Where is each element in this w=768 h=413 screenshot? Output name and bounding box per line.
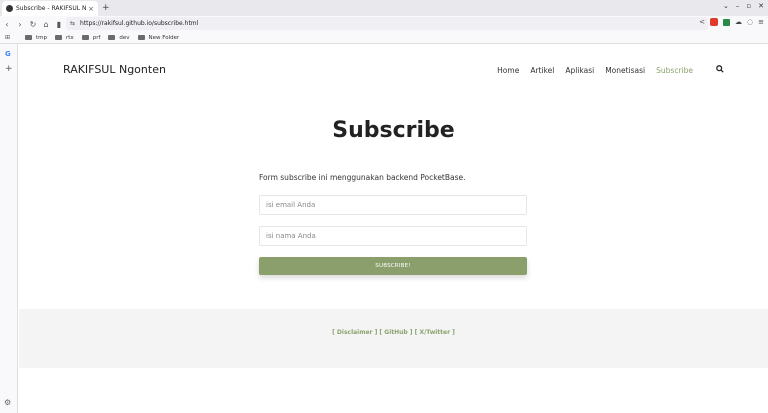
address-bar[interactable]: ⇆ https://rakifsul.github.io/subscribe.h… (66, 17, 708, 30)
brave-shield-icon[interactable] (710, 18, 719, 26)
bookmark-label: rtx (66, 34, 74, 41)
subscribe-button[interactable]: SUBSCRIBE! (259, 257, 527, 275)
bookmark-folder-new[interactable]: New Folder (137, 34, 180, 41)
folder-icon (81, 35, 89, 40)
new-tab-button[interactable]: + (102, 1, 110, 16)
bookmark-label: tmp (36, 34, 48, 41)
reload-icon[interactable]: ↻ (27, 20, 39, 29)
web-page: RAKIFSUL Ngonten Home Artikel Aplikasi M… (19, 45, 768, 413)
footer: [ Disclaimer ] [ GitHub ] [ X/Twitter ] (19, 309, 768, 368)
nav-subscribe[interactable]: Subscribe (656, 66, 693, 75)
bookmarks-bar: ⊞ tmp rtx prf dev New Folder (0, 32, 768, 44)
minimize-icon[interactable]: – (736, 2, 740, 10)
folder-icon (55, 35, 63, 40)
site-favicon-icon (6, 5, 13, 12)
cloud-icon[interactable]: ☁ (735, 18, 742, 26)
search-icon[interactable] (716, 65, 724, 75)
forward-icon[interactable]: › (14, 20, 26, 29)
site-info-icon[interactable]: ⇆ (70, 20, 75, 27)
url-text[interactable]: https://rakifsul.github.io/subscribe.htm… (80, 20, 198, 27)
maximize-icon[interactable]: ▫ (746, 2, 751, 10)
bookmark-folder-tmp[interactable]: tmp (25, 35, 47, 41)
bookmark-label: New Folder (148, 34, 180, 41)
extension-sheet-icon[interactable] (723, 18, 731, 26)
browser-toolbar: ‹ › ↻ ⌂ ▮ ⇆ https://rakifsul.github.io/s… (0, 16, 768, 32)
bookmark-folder-prf[interactable]: prf (81, 34, 101, 41)
nav-artikel[interactable]: Artikel (530, 66, 554, 75)
bookmark-folder-rtx[interactable]: rtx (55, 35, 74, 41)
folder-icon (108, 35, 116, 40)
close-window-icon[interactable]: ✕ (758, 2, 764, 10)
site-title[interactable]: RAKIFSUL Ngonten (63, 63, 166, 76)
tab-title: Subscribe - RAKIFSUL Ngonten (16, 5, 87, 12)
sync-icon[interactable]: ◌ (747, 18, 753, 26)
name-field[interactable]: isi nama Anda (259, 226, 527, 246)
email-field[interactable]: isi email Anda (259, 195, 527, 215)
google-icon[interactable]: G (5, 50, 11, 58)
name-placeholder: isi nama Anda (266, 232, 316, 240)
add-panel-icon[interactable]: + (5, 64, 13, 74)
footer-links[interactable]: [ Disclaimer ] [ GitHub ] [ X/Twitter ] (19, 329, 768, 336)
window-controls: ⌄ – ▫ ✕ (723, 2, 764, 10)
browser-sidebar: G + ⚙ (0, 44, 18, 413)
apps-grid-icon[interactable]: ⊞ (5, 34, 17, 41)
bookmark-folder-dev[interactable]: dev (108, 34, 130, 41)
tab-list-icon[interactable]: ⌄ (723, 2, 729, 10)
folder-icon (137, 35, 145, 40)
bookmark-label: prf (92, 34, 101, 41)
nav-monetisasi[interactable]: Monetisasi (605, 66, 645, 75)
nav-home[interactable]: Home (497, 66, 519, 75)
tab-strip: Subscribe - RAKIFSUL Ngonten × + ⌄ – ▫ ✕ (0, 0, 768, 16)
bookmark-icon[interactable]: ▮ (53, 20, 65, 29)
settings-gear-icon[interactable]: ⚙ (4, 398, 11, 407)
bookmark-label: dev (119, 34, 130, 41)
email-placeholder: isi email Anda (266, 201, 316, 209)
close-tab-icon[interactable]: × (88, 5, 94, 13)
menu-icon[interactable]: ≡ (758, 18, 764, 26)
form-description: Form subscribe ini menggunakan backend P… (259, 173, 466, 182)
folder-icon (25, 35, 32, 40)
back-icon[interactable]: ‹ (1, 20, 13, 29)
share-icon[interactable]: < (699, 18, 705, 26)
browser-tab[interactable]: Subscribe - RAKIFSUL Ngonten × (2, 1, 98, 16)
home-icon[interactable]: ⌂ (40, 20, 52, 29)
toolbar-extensions: < ☁ ◌ ≡ (699, 18, 764, 26)
page-title: Subscribe (332, 118, 455, 143)
main-nav: Home Artikel Aplikasi Monetisasi Subscri… (497, 65, 724, 75)
nav-aplikasi[interactable]: Aplikasi (565, 66, 594, 75)
